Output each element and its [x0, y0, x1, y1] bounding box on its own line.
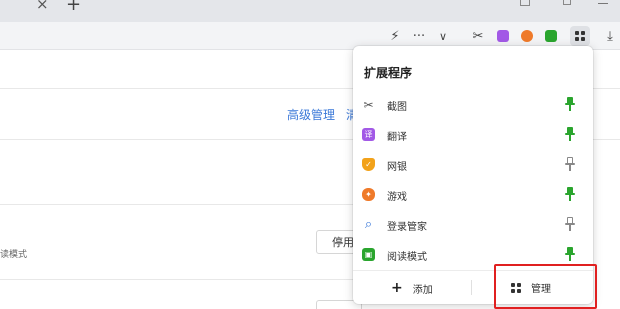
divider: [0, 279, 360, 280]
extension-item-login-manager[interactable]: ⌕ 登录管家: [353, 210, 593, 240]
game-icon[interactable]: [517, 26, 537, 46]
popup-title: 扩展程序: [364, 66, 413, 80]
highlight-box: [494, 264, 597, 309]
reader-icon[interactable]: [541, 26, 561, 46]
extension-label: 截图: [387, 102, 407, 113]
magnifier-icon: ⌕: [364, 217, 373, 232]
add-label: 添加: [412, 284, 433, 296]
restore-window-icon[interactable]: [520, 0, 530, 6]
pin-icon[interactable]: [565, 187, 575, 203]
extension-item-netbank[interactable]: ✓ 网银: [353, 150, 593, 180]
scissors-icon: ✂: [363, 97, 374, 112]
extension-item-translate[interactable]: 译 翻译: [353, 120, 593, 150]
divider: [0, 204, 360, 205]
pin-icon[interactable]: [565, 127, 575, 143]
translate-icon[interactable]: [493, 26, 513, 46]
extension-label: 登录管家: [387, 222, 427, 233]
advanced-manage-link[interactable]: 高级管理: [287, 106, 335, 123]
reader-icon: ▣: [362, 248, 375, 261]
lightning-icon[interactable]: ⚡: [385, 26, 405, 46]
scissors-icon[interactable]: ✂: [468, 26, 488, 46]
box-window-icon[interactable]: [563, 0, 571, 5]
extension-item-screenshot[interactable]: ✂ 截图: [353, 90, 593, 120]
download-icon[interactable]: ⤓: [600, 26, 620, 46]
more-icon[interactable]: ···: [409, 26, 429, 46]
extensions-grid-icon[interactable]: [570, 26, 590, 46]
minimize-window-icon[interactable]: [598, 3, 608, 4]
extension-label: 阅读模式: [387, 252, 427, 263]
pin-icon[interactable]: [565, 97, 575, 113]
new-tab-icon[interactable]: +: [66, 0, 81, 15]
extension-row-name: 读模式: [0, 250, 28, 260]
chevron-down-icon[interactable]: ∨: [433, 26, 453, 46]
shield-icon: ✓: [362, 158, 375, 171]
extension-label: 游戏: [387, 192, 407, 203]
disable-button-label: 停用: [332, 236, 354, 249]
close-tab-icon[interactable]: ×: [36, 0, 49, 13]
tab-strip: × +: [0, 0, 620, 22]
pin-icon[interactable]: [565, 217, 575, 233]
plus-icon: +: [391, 280, 403, 296]
pin-icon[interactable]: [565, 157, 575, 173]
footer-divider: [471, 280, 472, 295]
extension-label: 网银: [387, 162, 407, 173]
gamepad-icon: ✦: [362, 188, 375, 201]
extension-label: 翻译: [387, 132, 407, 143]
extension-item-games[interactable]: ✦ 游戏: [353, 180, 593, 210]
translate-icon: 译: [362, 128, 375, 141]
pin-icon[interactable]: [565, 247, 575, 263]
add-extension-button[interactable]: + 添加: [391, 280, 433, 296]
